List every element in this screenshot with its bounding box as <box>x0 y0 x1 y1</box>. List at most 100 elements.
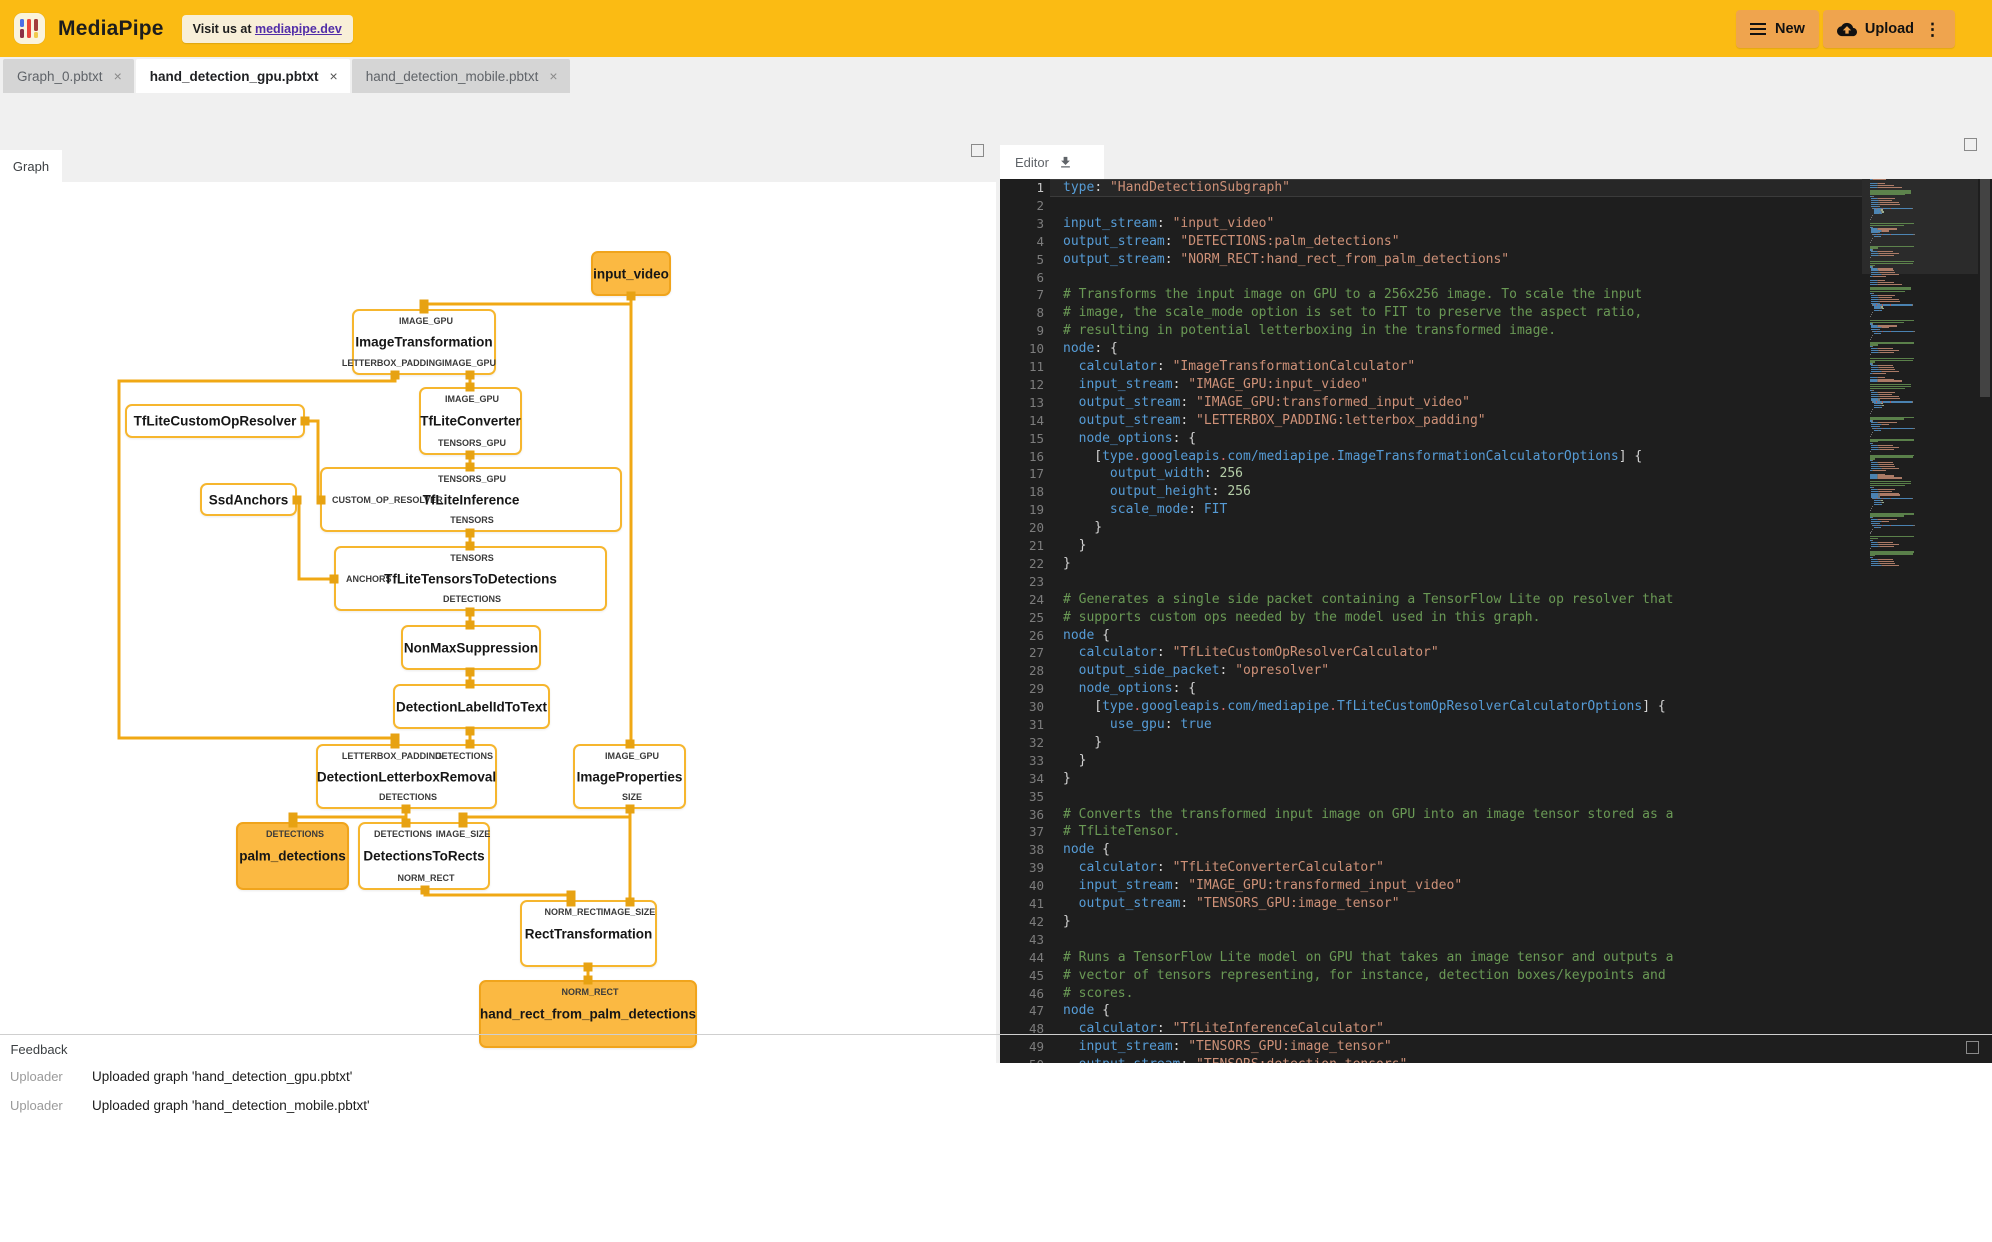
upload-button[interactable]: Upload ⋮ <box>1822 10 1955 48</box>
minimap-line <box>1870 359 1914 361</box>
graph-node-RectTransformation[interactable]: NORM_RECT IMAGE_SIZE RectTransformation <box>520 900 657 967</box>
expand-graph-icon[interactable] <box>971 144 984 157</box>
file-tab-hand_detection_gpu.pbtxt[interactable]: hand_detection_gpu.pbtxt × <box>135 59 350 93</box>
graph-node-hand_rect_from_palm_detections[interactable]: NORM_RECT hand_rect_from_palm_detections <box>479 980 697 1048</box>
graph-node-TfLiteCustomOpResolver[interactable]: TfLiteCustomOpResolver <box>125 404 305 438</box>
graph-node-DetectionsToRects[interactable]: DETECTIONS IMAGE_SIZE NORM_RECT DetectionsT… <box>358 822 490 890</box>
code-token: ] { <box>1618 448 1643 464</box>
code-token: : { <box>1172 681 1197 697</box>
code-line: node: { <box>1063 340 1118 358</box>
minimap-line <box>1872 408 1874 411</box>
line-number: 27 <box>1028 645 1044 661</box>
minimap[interactable] <box>1862 179 1978 1087</box>
code-token: # supports custom ops needed by the mode… <box>1063 609 1541 625</box>
close-tab-icon[interactable]: × <box>549 68 557 84</box>
graph-node-DetectionLabelIdToText[interactable]: DetectionLabelIdToText <box>393 684 550 729</box>
minimap-seg <box>1870 509 1871 511</box>
minimap-line <box>1870 380 1902 382</box>
graph-canvas[interactable]: input_video IMAGE_GPU LETTERBOX_PADDING IMA… <box>0 182 996 1091</box>
code-token: : <box>1172 376 1189 392</box>
graph-node-SsdAnchors[interactable]: SsdAnchors <box>200 483 297 516</box>
graph-node-ImageTransformation[interactable]: IMAGE_GPU LETTERBOX_PADDING IMAGE_GPU Image… <box>342 309 497 375</box>
minimap-line <box>1871 530 1873 532</box>
tab-editor[interactable]: Editor <box>1000 145 1104 179</box>
code-line: # resulting in potential letterboxing in… <box>1063 322 1556 340</box>
editor-scrollbar[interactable] <box>1978 179 1992 1087</box>
code-line: input_stream: "input_video" <box>1063 215 1274 233</box>
minimap-seg <box>1878 477 1902 479</box>
download-icon[interactable] <box>1058 155 1073 170</box>
port-label-image_gpu: IMAGE_GPU <box>441 358 497 368</box>
code-token: com/mediapipe <box>1227 448 1330 464</box>
minimap-seg <box>1870 553 1914 555</box>
line-number: 46 <box>1028 985 1044 1001</box>
code-token: com/mediapipe <box>1227 699 1330 715</box>
expand-feedback-icon[interactable] <box>1966 1041 1979 1054</box>
code-line: # scores. <box>1063 985 1133 1003</box>
minimap-line <box>1872 431 1874 433</box>
minimap-seg <box>1872 312 1874 314</box>
minimap-seg <box>1911 207 1914 209</box>
code-token: "NORM_RECT:hand_rect_from_palm_detection… <box>1180 251 1510 267</box>
feedback-source: Uploader <box>10 1069 63 1084</box>
line-number: 13 <box>1028 394 1044 410</box>
minimap-seg <box>1870 321 1905 323</box>
code-token: scale_mode <box>1109 502 1189 518</box>
minimap-seg <box>1880 407 1882 409</box>
graph-node-DetectionLetterboxRemoval[interactable]: LETTERBOX_PADDING DETECTIONS DETECTIONS Det… <box>316 744 497 809</box>
minimap-seg <box>1911 304 1914 306</box>
code-token: : <box>1180 412 1197 428</box>
expand-editor-icon[interactable] <box>1964 138 1977 151</box>
graph-node-TfLiteInference[interactable]: TENSORS_GPU TENSORS CUSTOM_OP_RESOLVER TfLi… <box>320 467 622 532</box>
code-editor[interactable]: 1 2 3 4 5 6 7 8 9 10 11 12 13 14 15 16 17 18 19 20 21 22 23 24 2… <box>1000 179 1992 1087</box>
code-token: "opresolver" <box>1235 663 1330 679</box>
code-token: "DETECTIONS:palm_detections" <box>1180 233 1400 249</box>
minimap-line <box>1871 217 1873 219</box>
line-number: 21 <box>1028 538 1044 553</box>
code-token: : <box>1172 878 1189 894</box>
tab-graph[interactable]: Graph <box>0 150 62 182</box>
new-button[interactable]: New <box>1736 10 1819 48</box>
code-line: input_stream: "IMAGE_GPU:input_video" <box>1063 376 1369 394</box>
minimap-seg <box>1873 372 1887 375</box>
minimap-seg <box>1870 194 1906 196</box>
graph-node-NonMaxSuppression[interactable]: NonMaxSuppression <box>401 625 541 670</box>
scrollbar-thumb[interactable] <box>1980 179 1990 397</box>
node-title: ImageProperties <box>576 769 683 784</box>
line-number: 4 <box>1036 233 1044 249</box>
code-token: output_height <box>1109 484 1212 500</box>
code-line: } <box>1063 770 1071 788</box>
minimap-seg <box>1879 397 1901 399</box>
graph-node-input_video[interactable]: input_video <box>591 251 671 296</box>
line-number: 16 <box>1028 448 1044 464</box>
code-line: use_gpu: true <box>1063 716 1212 734</box>
file-tab-label: Graph_0.pbtxt <box>17 68 103 84</box>
line-number: 6 <box>1036 269 1044 285</box>
code-line: # Runs a TensorFlow Lite model on GPU th… <box>1063 949 1673 967</box>
file-tab-Graph_0.pbtxt[interactable]: Graph_0.pbtxt × <box>3 59 134 93</box>
line-number: 29 <box>1028 681 1044 697</box>
minimap-seg <box>1883 234 1891 236</box>
minimap-seg <box>1871 433 1873 435</box>
line-number: 7 <box>1036 287 1044 303</box>
mediapipe-dev-link[interactable]: mediapipe.dev <box>255 22 342 36</box>
code-token: type <box>1063 180 1095 195</box>
port-label-norm_rect: NORM_RECT <box>544 907 602 917</box>
line-number: 11 <box>1028 359 1044 374</box>
minimap-line <box>1872 334 1874 337</box>
more-options-icon[interactable]: ⋮ <box>1924 21 1941 38</box>
close-tab-icon[interactable]: × <box>330 68 338 84</box>
tab-feedback[interactable]: Feedback <box>2 1035 76 1063</box>
graph-node-ImageProperties[interactable]: IMAGE_GPU SIZE ImageProperties <box>573 744 686 809</box>
file-tab-hand_detection_mobile.pbtxt[interactable]: hand_detection_mobile.pbtxt × <box>351 59 570 93</box>
minimap-seg <box>1881 405 1884 407</box>
close-tab-icon[interactable]: × <box>114 68 122 84</box>
code-token: # scores. <box>1063 985 1134 1001</box>
minimap-seg <box>1881 564 1900 566</box>
line-number: 19 <box>1028 502 1044 518</box>
graph-node-TfLiteConverter[interactable]: IMAGE_GPU TENSORS_GPU TfLiteConverter <box>419 387 522 455</box>
line-number: 2 <box>1036 197 1044 213</box>
graph-node-TfLiteTensorsToDetections[interactable]: TENSORS DETECTIONS ANCHORS TfLiteTensorsToD… <box>334 546 607 611</box>
line-number: 12 <box>1028 376 1044 392</box>
graph-node-palm_detections[interactable]: DETECTIONS palm_detections <box>236 822 349 890</box>
